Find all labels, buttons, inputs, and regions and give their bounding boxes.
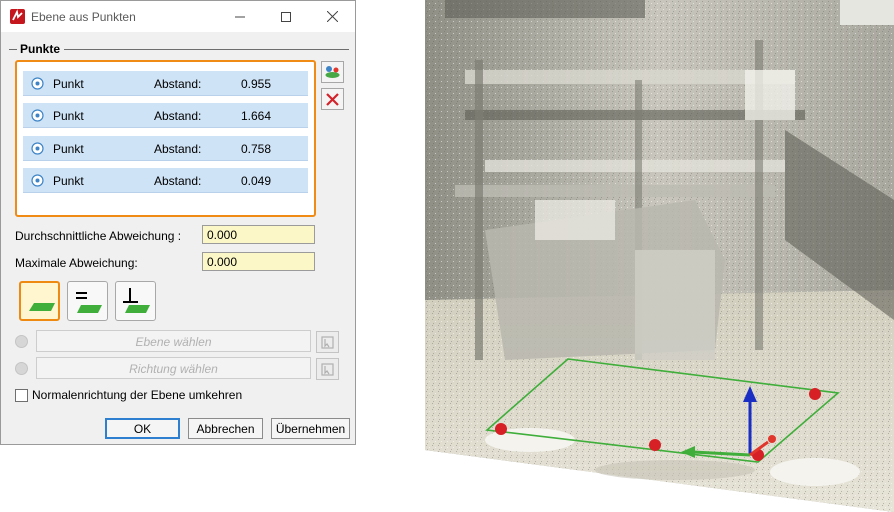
distance-label: Abstand: — [154, 174, 202, 188]
delete-point-button[interactable] — [321, 88, 344, 110]
add-point-icon — [325, 65, 340, 78]
title-bar[interactable]: Ebene aus Punkten — [1, 1, 355, 32]
add-point-button[interactable] — [321, 61, 344, 83]
group-divider — [64, 49, 349, 50]
max-deviation-field[interactable]: 0.000 — [202, 252, 315, 271]
point-label: Punkt — [53, 174, 84, 188]
point-bullet-icon — [31, 142, 44, 155]
avg-deviation-field[interactable]: 0.000 — [202, 225, 315, 244]
delete-point-icon — [326, 92, 339, 106]
window-title: Ebene aus Punkten — [31, 10, 136, 24]
picked-point-marker[interactable] — [809, 388, 821, 400]
cancel-button[interactable]: Abbrechen — [188, 418, 263, 439]
invert-normal-label: Normalenrichtung der Ebene umkehren — [32, 388, 243, 402]
perpendicular-plane-mode-button[interactable] — [115, 281, 156, 321]
close-icon — [326, 11, 338, 22]
point-bullet-icon — [31, 109, 44, 122]
point-cloud-scene — [425, 0, 894, 512]
avg-deviation-label: Durchschnittliche Abweichung : — [15, 229, 182, 243]
ok-button[interactable]: OK — [105, 418, 180, 439]
distance-value: 0.955 — [241, 77, 272, 91]
parallel-plane-mode-button[interactable] — [67, 281, 108, 321]
list-item[interactable]: Punkt Abstand: 0.955 — [23, 71, 308, 96]
plane-select-radio[interactable] — [15, 335, 28, 348]
point-label: Punkt — [53, 142, 84, 156]
point-label: Punkt — [53, 109, 84, 123]
point-label: Punkt — [53, 77, 84, 91]
direction-select-field[interactable]: Richtung wählen — [36, 357, 311, 379]
plane-mode-icon — [29, 303, 55, 311]
minimize-icon — [235, 16, 245, 17]
points-list[interactable]: Punkt Abstand: 0.955 Punkt Abstand: 1.66… — [15, 60, 316, 217]
invert-normal-checkbox[interactable] — [15, 389, 28, 402]
close-button[interactable] — [309, 1, 355, 32]
point-bullet-icon — [31, 174, 44, 187]
direction-pick-button[interactable] — [316, 358, 339, 380]
apply-button[interactable]: Übernehmen — [271, 418, 350, 439]
max-deviation-label: Maximale Abweichung: — [15, 256, 138, 270]
list-item[interactable]: Punkt Abstand: 1.664 — [23, 103, 308, 128]
point-bullet-icon — [31, 77, 44, 90]
distance-value: 1.664 — [241, 109, 272, 123]
point-cloud-viewport[interactable] — [425, 0, 894, 512]
plane-pick-button[interactable] — [316, 331, 339, 353]
perpendicular-plane-mode-icon — [123, 288, 150, 313]
distance-value: 0.758 — [241, 142, 272, 156]
distance-label: Abstand: — [154, 142, 202, 156]
picked-point-marker[interactable] — [649, 439, 661, 451]
plane-select-field[interactable]: Ebene wählen — [36, 330, 311, 352]
list-item[interactable]: Punkt Abstand: 0.049 — [23, 168, 308, 193]
group-divider — [9, 49, 17, 50]
app-logo-icon — [10, 9, 25, 24]
plane-mode-button[interactable] — [19, 281, 60, 321]
direction-select-radio[interactable] — [15, 362, 28, 375]
pick-direction-icon — [321, 362, 334, 376]
minimize-button[interactable] — [217, 1, 263, 32]
distance-value: 0.049 — [241, 174, 272, 188]
distance-label: Abstand: — [154, 109, 202, 123]
distance-label: Abstand: — [154, 77, 202, 91]
dialog-window: Ebene aus Punkten Punkte Punkt Abstand: … — [0, 0, 356, 445]
maximize-button[interactable] — [263, 1, 309, 32]
parallel-plane-mode-icon — [76, 292, 102, 313]
pick-plane-icon — [321, 335, 334, 349]
maximize-icon — [281, 11, 291, 22]
list-item[interactable]: Punkt Abstand: 0.758 — [23, 136, 308, 161]
group-label-punkte: Punkte — [20, 42, 61, 56]
picked-point-marker[interactable] — [495, 423, 507, 435]
